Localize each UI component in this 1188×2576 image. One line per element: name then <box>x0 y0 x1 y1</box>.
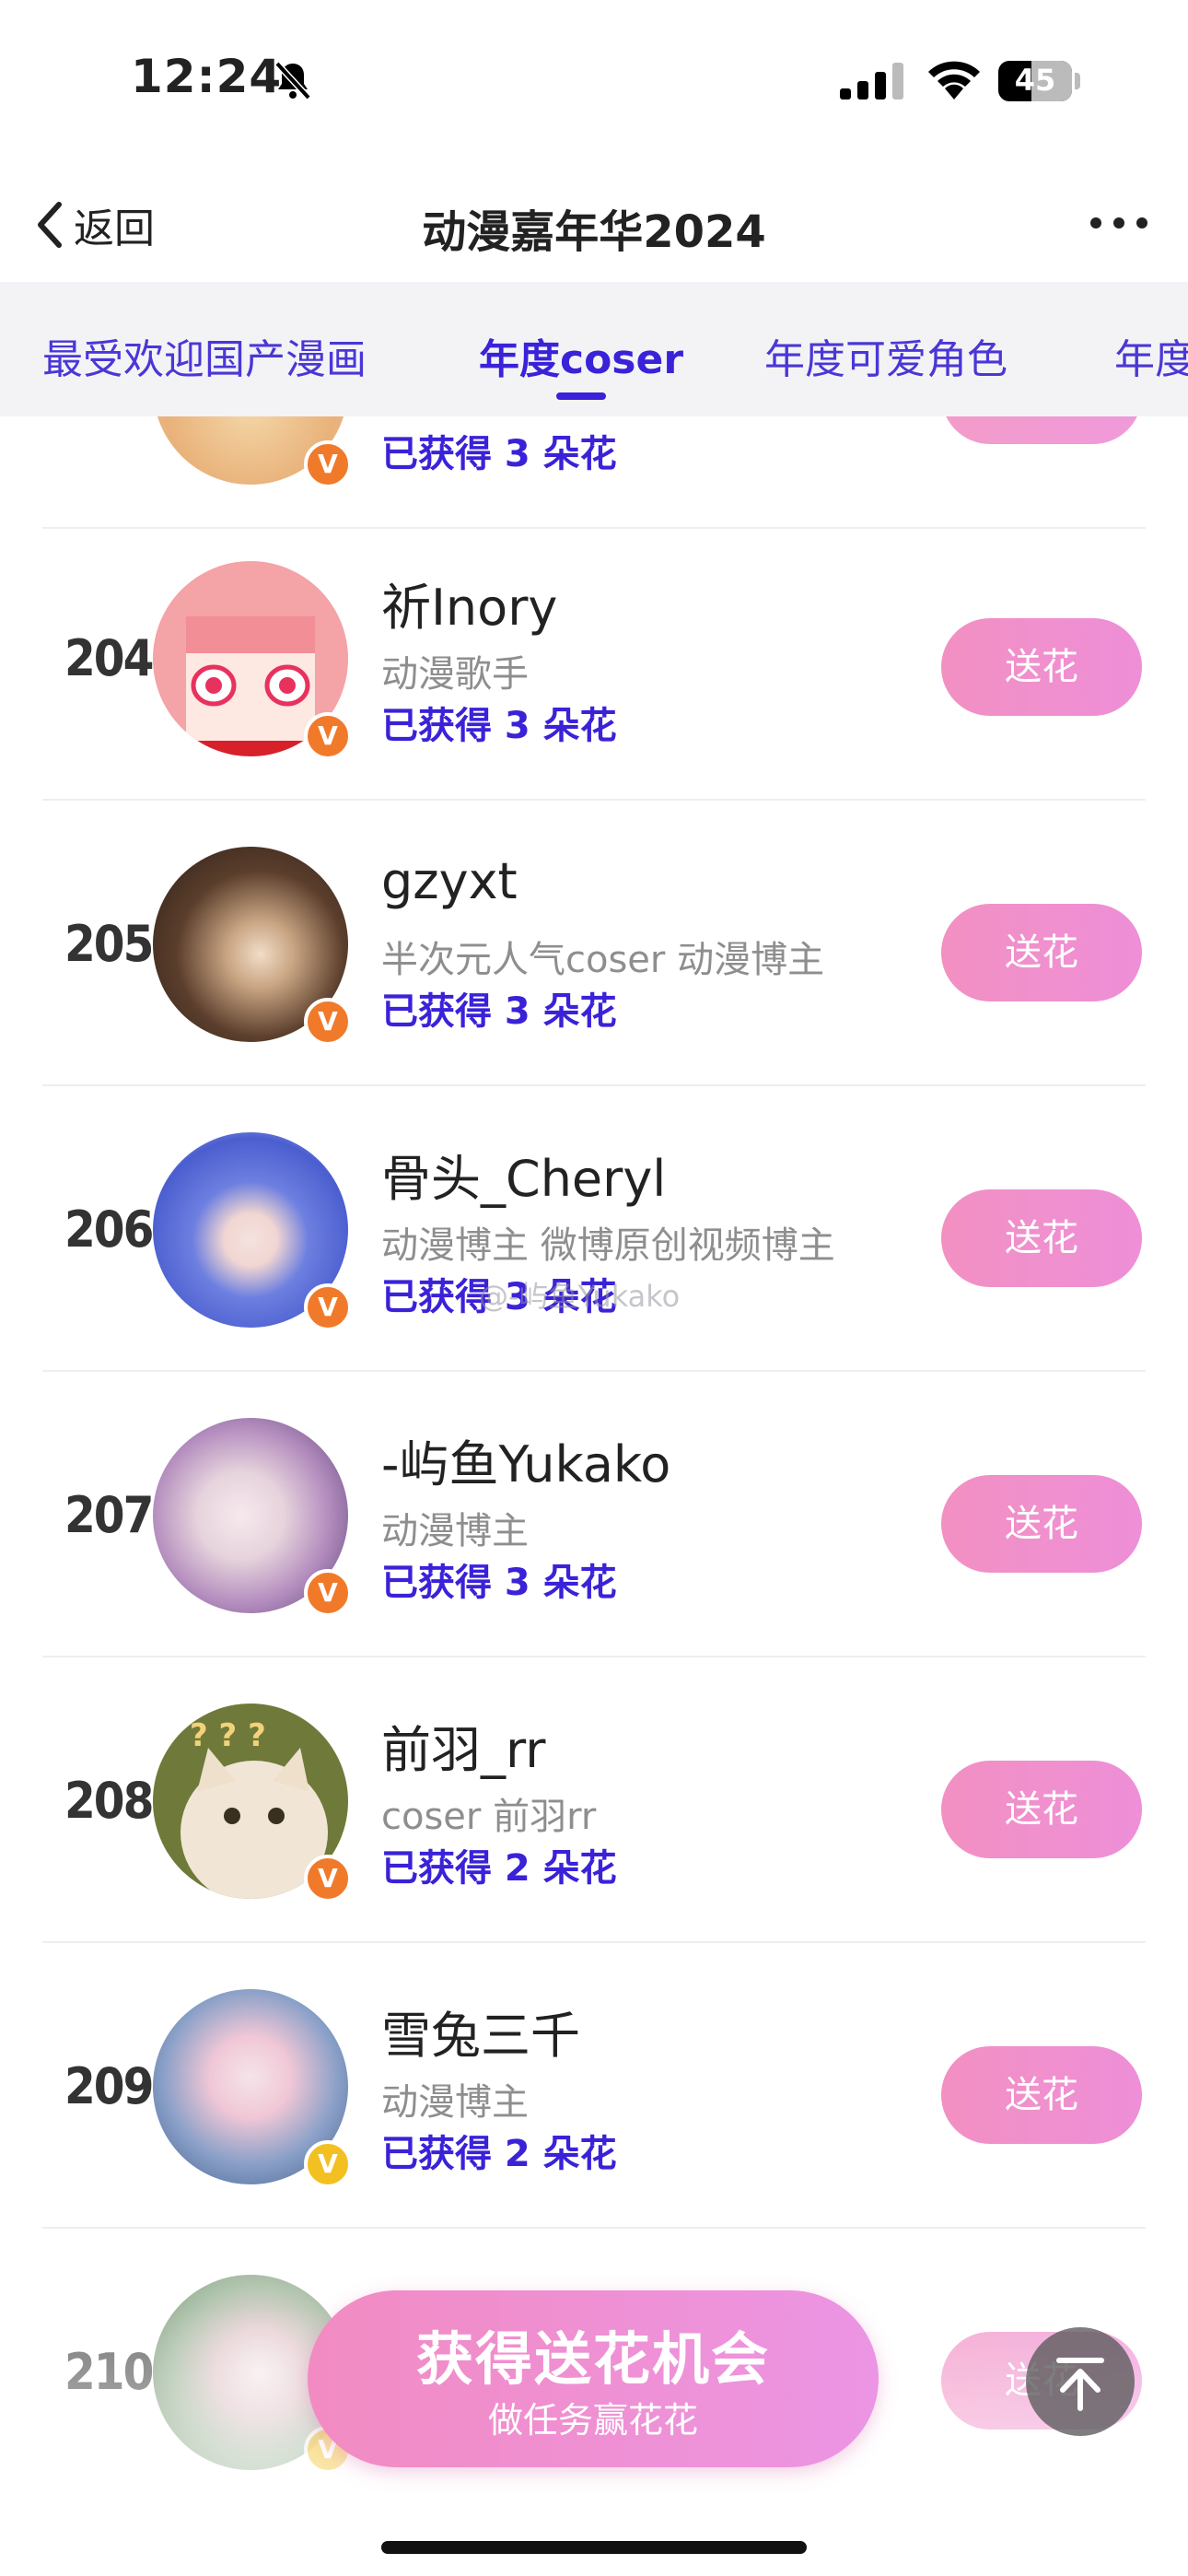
list-item: 204 V 祈Inory 动漫歌手 已获得 3 朵花 送花 <box>0 515 1188 801</box>
get-flower-chance-button[interactable]: 获得送花机会 做任务赢花花 <box>308 2290 879 2467</box>
nominee-description: coser 前羽rr <box>381 1796 597 1838</box>
nominee-description: 半次元人气coser 动漫博主 <box>381 939 825 981</box>
list-item: 209 V 雪兔三千 动漫博主 已获得 2 朵花 送花 <box>0 1943 1188 2229</box>
cta-title: 获得送花机会 <box>415 2325 770 2393</box>
bell-muted-icon <box>274 61 311 100</box>
home-indicator <box>381 2541 807 2554</box>
nominee-description: 动漫博主 <box>381 2081 529 2124</box>
nominee-name[interactable]: -屿鱼Yukako <box>381 1423 670 1496</box>
flower-count: 已获得 2 朵花 <box>381 1847 617 1890</box>
back-to-top-button[interactable] <box>1026 2327 1135 2436</box>
verified-badge-icon: V <box>304 1283 352 1331</box>
battery-indicator: 45 <box>998 61 1081 103</box>
nominee-description: 动漫博主 微博原创视频博主 <box>381 1224 835 1267</box>
verified-badge-icon: V <box>304 1855 352 1903</box>
category-tab-bar: 最受欢迎国产漫画 年度coser 年度可爱角色 年度 <box>0 282 1188 416</box>
arrow-up-to-top-icon <box>1056 2358 1104 2411</box>
wifi-icon <box>928 61 980 100</box>
verified-badge-icon: V <box>304 712 352 760</box>
flower-count: 已获得 2 朵花 <box>381 2133 617 2175</box>
tab-annual-cute-character[interactable]: 年度可爱角色 <box>764 326 1007 385</box>
send-flower-button[interactable]: 送花 <box>941 2046 1142 2144</box>
battery-percent: 45 <box>1014 63 1056 98</box>
flower-count: 已获得 3 朵花 <box>381 990 617 1033</box>
page-title: 动漫嘉年华2024 <box>422 206 766 258</box>
tab-popular-domestic-manga[interactable]: 最受欢迎国产漫画 <box>42 326 367 385</box>
nominee-name[interactable]: gzyxt <box>381 852 518 910</box>
verified-badge-icon: V <box>304 1569 352 1617</box>
verified-badge-icon: V <box>304 2140 352 2188</box>
rank-number: 204 <box>64 629 154 687</box>
nominee-name[interactable]: 前羽_rr <box>381 1709 545 1782</box>
verified-badge-icon: V <box>304 440 352 488</box>
rank-number: 207 <box>64 1486 154 1544</box>
flower-count: 已获得 3 朵花 <box>381 705 617 747</box>
tab-annual-coser[interactable]: 年度coser <box>479 326 683 385</box>
send-flower-button[interactable]: 送花 <box>941 1761 1142 1858</box>
list-item: 208 ? ? ? V 前羽_rr coser 前羽rr 已获得 2 朵花 送花 <box>0 1657 1188 1943</box>
rank-number: 206 <box>64 1200 154 1259</box>
more-options-icon[interactable] <box>1087 205 1151 241</box>
nominee-name[interactable]: 祈Inory <box>381 567 557 639</box>
list-item: 206 V 骨头_Cheryl 动漫博主 微博原创视频博主 已获得 3 朵花 送… <box>0 1086 1188 1372</box>
watermark: @-屿鱼Yukako <box>479 1279 681 1314</box>
send-flower-button[interactable]: 送花 <box>941 618 1142 716</box>
send-flower-button[interactable]: 送花 <box>941 1475 1142 1573</box>
list-item: 205 V gzyxt 半次元人气coser 动漫博主 已获得 3 朵花 送花 <box>0 801 1188 1086</box>
flower-count: 已获得 3 朵花 <box>381 433 617 475</box>
svg-text:? ? ?: ? ? ? <box>190 1717 266 1754</box>
send-flower-button[interactable]: 送花 <box>941 1189 1142 1287</box>
nominee-description: 动漫博主 <box>381 1510 529 1552</box>
tab-annual-more[interactable]: 年度 <box>1114 326 1188 385</box>
rank-number: 205 <box>64 915 154 973</box>
rank-number: 208 <box>64 1772 154 1830</box>
nominee-list: V 已获得 3 朵花 204 V 祈Inory 动漫歌手 已获得 3 朵花 送花 <box>0 416 1188 2576</box>
nominee-name[interactable]: 骨头_Cheryl <box>381 1138 666 1211</box>
list-item: 207 V -屿鱼Yukako 动漫博主 已获得 3 朵花 送花 <box>0 1372 1188 1657</box>
flower-count: 已获得 3 朵花 <box>381 1562 617 1604</box>
active-tab-indicator <box>556 392 606 400</box>
send-flower-button[interactable]: 送花 <box>941 904 1142 1001</box>
nominee-name[interactable]: 雪兔三千 <box>381 1995 580 2067</box>
verified-badge-icon: V <box>304 998 352 1046</box>
cellular-signal-icon <box>840 63 903 100</box>
nominee-description: 动漫歌手 <box>381 653 529 696</box>
rank-number: 209 <box>64 2057 154 2115</box>
status-time: 12:24 <box>131 50 283 103</box>
send-flower-button[interactable] <box>941 416 1142 444</box>
list-item: V 已获得 3 朵花 <box>0 416 1188 529</box>
cta-subtitle: 做任务赢花花 <box>487 2400 698 2441</box>
